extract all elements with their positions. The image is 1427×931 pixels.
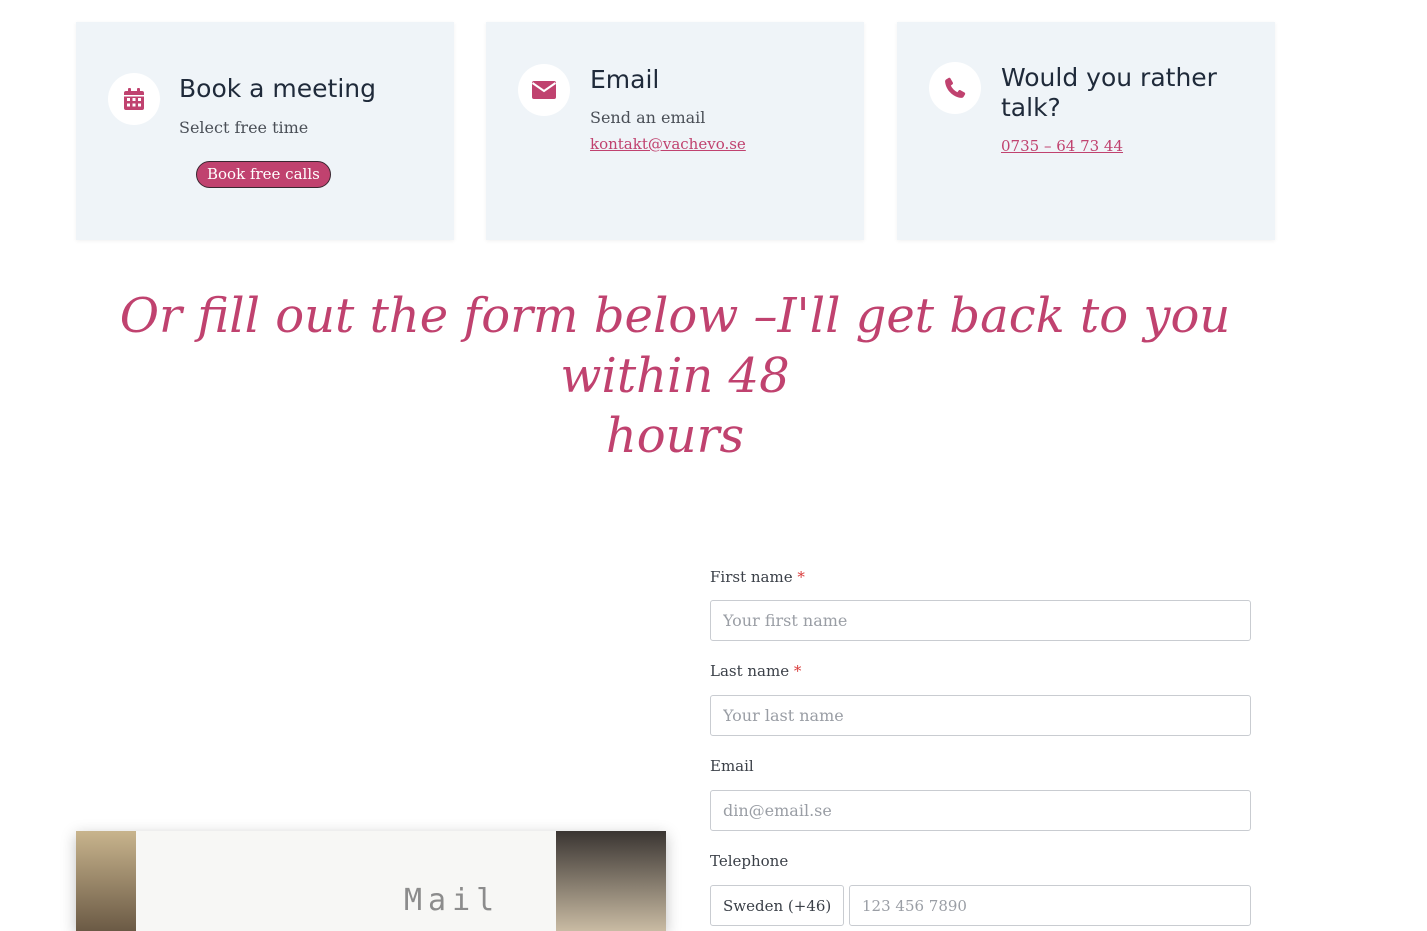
typewriter-paper — [136, 831, 566, 931]
phone-link[interactable]: 0735 – 64 73 44 — [1001, 137, 1123, 155]
book-meeting-text: Select free time — [179, 118, 309, 137]
telephone-label-text: Telephone — [710, 852, 789, 870]
envelope-icon — [531, 80, 557, 100]
required-marker: * — [793, 662, 802, 680]
calendar-icon-circle — [108, 73, 160, 125]
form-intro-heading-line2: hours — [605, 408, 745, 464]
form-intro-heading-line1: Or fill out the form below –I'll get bac… — [119, 288, 1231, 404]
telephone-label: Telephone — [710, 852, 788, 870]
first-name-label-text: First name — [710, 568, 793, 586]
first-name-label: First name * — [710, 568, 805, 586]
book-meeting-card: Book a meeting Select free time Book fre… — [76, 22, 454, 240]
phone-title-line1: Would you rather — [1001, 63, 1217, 92]
phone-icon — [944, 77, 966, 99]
email-title: Email — [590, 65, 660, 94]
phone-icon-circle — [929, 62, 981, 114]
contact-cards: Book a meeting Select free time Book fre… — [76, 22, 1276, 240]
last-name-input[interactable] — [710, 695, 1251, 736]
country-code-select[interactable]: Sweden (+46) — [710, 885, 844, 926]
phone-card: Would you rather talk? 0735 – 64 73 44 — [897, 22, 1275, 240]
email-text: Send an email — [590, 108, 706, 127]
required-marker: * — [797, 568, 805, 586]
last-name-label: Last name * — [710, 662, 801, 680]
form-intro-heading: Or fill out the form below –I'll get bac… — [80, 286, 1270, 466]
phone-title-line2: talk? — [1001, 93, 1061, 122]
email-input[interactable] — [710, 790, 1251, 831]
envelope-icon-circle — [518, 64, 570, 116]
typed-text: Mail — [404, 883, 501, 918]
email-label: Email — [710, 757, 754, 775]
typewriter-left-part — [76, 831, 136, 931]
last-name-label-text: Last name — [710, 662, 790, 680]
email-card: Email Send an email kontakt@vachevo.se — [486, 22, 864, 240]
email-label-text: Email — [710, 757, 754, 775]
book-free-calls-button[interactable]: Book free calls — [196, 161, 331, 188]
email-link[interactable]: kontakt@vachevo.se — [590, 135, 746, 153]
telephone-input[interactable] — [849, 885, 1251, 926]
typewriter-photo: Mail — [76, 831, 666, 931]
first-name-input[interactable] — [710, 600, 1251, 641]
typewriter-right-part — [556, 831, 666, 931]
calendar-icon — [123, 87, 145, 111]
book-meeting-title: Book a meeting — [179, 74, 377, 103]
